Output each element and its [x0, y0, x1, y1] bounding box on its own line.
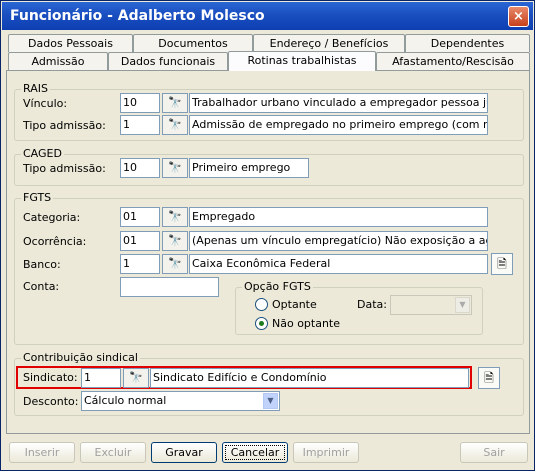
binoculars-icon: 🔭 — [168, 257, 182, 270]
tab-admissao[interactable]: Admissão — [8, 52, 108, 70]
title-bar: Funcionário - Adalberto Molesco × — [2, 2, 533, 30]
close-icon[interactable]: × — [508, 6, 529, 27]
vinculo-label: Vínculo: — [23, 97, 68, 110]
employee-window: Funcionário - Adalberto Molesco × Dados … — [0, 0, 535, 471]
fgts-title: FGTS — [21, 191, 54, 204]
rais-tipo-admissao-search-button[interactable]: 🔭 — [162, 115, 188, 135]
gravar-button[interactable]: Gravar — [151, 442, 217, 463]
tab-afastamento-rescisao[interactable]: Afastamento/Rescisão — [376, 52, 530, 70]
rais-tipo-admissao-label: Tipo admissão: — [23, 119, 106, 132]
imprimir-button[interactable]: Imprimir — [293, 442, 359, 463]
nao-optante-radio[interactable] — [255, 317, 268, 330]
window-title: Funcionário - Adalberto Molesco — [10, 8, 265, 24]
tab-endereco-beneficios[interactable]: Endereço / Benefícios — [253, 34, 405, 52]
data-dropdown[interactable]: ▼ — [390, 295, 472, 315]
banco-label: Banco: — [23, 258, 61, 271]
binoculars-icon: 🔭 — [168, 210, 182, 223]
rais-tipo-admissao-description: Admissão de empregado no primeiro empreg… — [189, 115, 488, 135]
caged-tipo-admissao-code-input[interactable]: 10 — [120, 158, 160, 178]
ocorrencia-label: Ocorrência: — [23, 235, 87, 248]
excluir-button[interactable]: Excluir — [80, 442, 146, 463]
caged-tipo-admissao-description: Primeiro emprego — [189, 158, 309, 178]
sindicato-search-button[interactable]: 🔭 — [123, 368, 149, 388]
sindicato-description: Sindicato Edifício e Condomínio — [150, 368, 469, 388]
contribuicao-sindical-title: Contribuição sindical — [21, 351, 140, 364]
banco-code-input[interactable]: 1 — [120, 254, 160, 274]
data-label: Data: — [357, 298, 387, 311]
optante-label: Optante — [272, 298, 317, 311]
rais-title: RAIS — [21, 82, 50, 95]
caged-tipo-admissao-search-button[interactable]: 🔭 — [162, 158, 188, 178]
binoculars-icon: 🔭 — [168, 234, 182, 247]
banco-detail-button[interactable]: 🗎 — [491, 253, 513, 275]
tab-rotinas-trabalhistas[interactable]: Rotinas trabalhistas — [228, 51, 376, 71]
inserir-button[interactable]: Inserir — [9, 442, 75, 463]
sair-button[interactable]: Sair — [460, 442, 528, 463]
binoculars-icon: 🔭 — [168, 118, 182, 131]
tab-dados-pessoais[interactable]: Dados Pessoais — [8, 34, 133, 52]
conta-label: Conta: — [23, 280, 60, 293]
sindicato-code-input[interactable]: 1 — [81, 368, 121, 388]
ocorrencia-description: (Apenas um vínculo empregatício) Não exp… — [189, 231, 488, 251]
document-icon: 🗎 — [484, 371, 494, 385]
categoria-description: Empregado — [189, 207, 488, 227]
caged-tipo-admissao-label: Tipo admissão: — [23, 162, 106, 175]
optante-radio[interactable] — [255, 298, 268, 311]
tab-dados-funcionais[interactable]: Dados funcionais — [108, 52, 228, 70]
nao-optante-label: Não optante — [272, 317, 341, 330]
vinculo-search-button[interactable]: 🔭 — [162, 93, 188, 113]
sindicato-label: Sindicato: — [23, 371, 78, 384]
chevron-down-icon: ▼ — [455, 297, 470, 313]
binoculars-icon: 🔭 — [168, 96, 182, 109]
banco-search-button[interactable]: 🔭 — [162, 254, 188, 274]
ocorrencia-search-button[interactable]: 🔭 — [162, 231, 188, 251]
caged-title: CAGED — [21, 147, 64, 160]
sindicato-detail-button[interactable]: 🗎 — [478, 367, 500, 389]
cancelar-button[interactable]: Cancelar — [222, 442, 288, 463]
tab-documentos[interactable]: Documentos — [133, 34, 253, 52]
binoculars-icon: 🔭 — [168, 161, 182, 174]
opcao-fgts-title: Opção FGTS — [242, 280, 313, 293]
categoria-code-input[interactable]: 01 — [120, 207, 160, 227]
document-icon: 🗎 — [497, 257, 507, 271]
binoculars-icon: 🔭 — [129, 371, 143, 384]
desconto-dropdown[interactable]: Cálculo normal ▼ — [81, 391, 280, 411]
tab-dependentes[interactable]: Dependentes — [405, 34, 530, 52]
ocorrencia-code-input[interactable]: 01 — [120, 231, 160, 251]
vinculo-description: Trabalhador urbano vinculado a empregado… — [189, 93, 488, 113]
rais-tipo-admissao-code-input[interactable]: 1 — [120, 115, 160, 135]
tab-panel: RAIS Vínculo: 10 🔭 Trabalhador urbano vi… — [6, 70, 530, 434]
conta-input[interactable] — [120, 277, 219, 297]
desconto-value: Cálculo normal — [84, 394, 167, 407]
chevron-down-icon: ▼ — [263, 393, 278, 409]
vinculo-code-input[interactable]: 10 — [120, 93, 160, 113]
categoria-search-button[interactable]: 🔭 — [162, 207, 188, 227]
categoria-label: Categoria: — [23, 211, 81, 224]
banco-description: Caixa Econômica Federal — [189, 254, 488, 274]
desconto-label: Desconto: — [23, 395, 79, 408]
